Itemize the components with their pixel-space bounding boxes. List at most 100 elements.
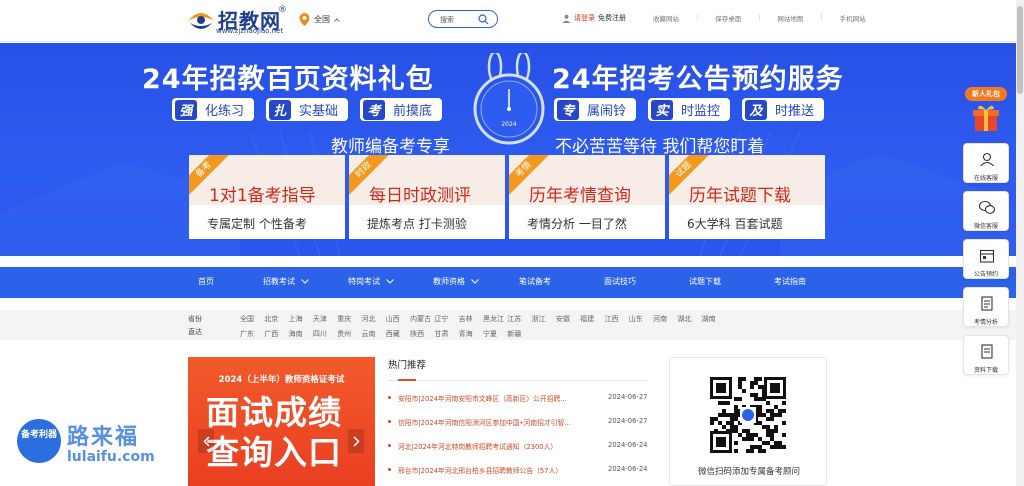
region-link[interactable]: 四川 (313, 329, 337, 339)
logo-url: www.zjzhaojiao.net (216, 27, 284, 35)
exam-analysis-button[interactable]: 考情分析 (963, 287, 1009, 327)
mobile-site-link[interactable]: 手机网站 (840, 13, 866, 23)
nav-item-interview-tips[interactable]: 面试技巧 (604, 276, 636, 287)
region-link[interactable]: 新疆 (507, 329, 531, 339)
region-link[interactable]: 福建 (580, 314, 604, 324)
service-card[interactable]: 试题 历年试题下载 6大学科 百套试题 (669, 155, 825, 239)
region-link[interactable]: 湖南 (702, 314, 726, 324)
region-link[interactable]: 安徽 (556, 314, 580, 324)
region-link[interactable]: 重庆 (337, 314, 361, 324)
region-links: 全国 北京 上海 天津 重庆 河北 山西 内蒙古 辽宁 吉林 黑龙江 江苏 浙江 安徽 福建 江西 山东 河南 湖北… (240, 314, 726, 339)
page-scrollbar[interactable] (1016, 0, 1024, 486)
region-link[interactable]: 西藏 (386, 329, 410, 339)
region-link[interactable]: 陕西 (410, 329, 434, 339)
pill-text: 化练习 (205, 104, 245, 119)
pill-text: 时监控 (681, 104, 721, 119)
sitemap-link[interactable]: 网站地图 (777, 13, 803, 23)
region-link[interactable]: 辽宁 (434, 314, 458, 324)
promo-banner[interactable]: 2024（上半年）教师资格证考试 面试成绩查询入口 (188, 357, 375, 486)
region-link[interactable]: 湖北 (677, 314, 701, 324)
service-card[interactable]: 考情 历年考情查询 考情分析 一目了然 (509, 155, 665, 239)
region-link[interactable]: 吉林 (459, 314, 483, 324)
region-link[interactable]: 黑龙江 (483, 314, 507, 324)
region-link[interactable]: 云南 (361, 329, 385, 339)
region-link[interactable]: 广西 (264, 329, 288, 339)
pill-badge: 实 (651, 99, 674, 120)
region-link[interactable]: 甘肃 (434, 329, 458, 339)
float-label: 微信客服 (973, 223, 998, 230)
pill-item: 考前摸底 (360, 98, 443, 121)
banner-left-subtitle: 教师编备考专享 (331, 137, 450, 157)
region-link[interactable]: 上海 (289, 314, 313, 324)
nav-item-recruitment-exam[interactable]: 招教考试 (263, 276, 309, 287)
news-title[interactable]: 安阳市|2024年河南安阳市文峰区（高新区）公开招聘... (398, 393, 598, 403)
nav-item-written-exam-prep[interactable]: 笔试备考 (519, 276, 551, 287)
register-link[interactable]: 免费注册 (598, 13, 626, 23)
file-download-icon (981, 344, 993, 359)
region-link[interactable]: 北京 (264, 314, 288, 324)
promo-heading: 2024（上半年）教师资格证考试 (218, 375, 345, 385)
region-link[interactable]: 河南 (653, 314, 677, 324)
carousel-prev-button[interactable] (198, 429, 214, 453)
scrollbar-thumb[interactable] (1017, 6, 1023, 94)
news-title[interactable]: 河北|2024年河北特岗教师招聘考试通知（2300人） (398, 441, 598, 451)
region-link[interactable]: 天津 (313, 314, 337, 324)
save-desktop-link[interactable]: 保存桌面 (715, 13, 741, 23)
hero-banner[interactable]: 24年招教百页资料礼包 24年招考公告预约服务 强化练习 扎实基础 考前摸底 专… (0, 43, 1016, 256)
region-link[interactable]: 河北 (361, 314, 385, 324)
news-date: 2024-06-27 (608, 417, 648, 425)
region-link[interactable]: 青海 (459, 329, 483, 339)
card-subtitle: 考情分析 一目了然 (527, 217, 627, 231)
material-download-button[interactable]: 资料下载 (963, 335, 1009, 375)
pill-item: 实时监控 (648, 98, 731, 121)
site-logo[interactable]: 招教网 ® www.zjzhaojiao.net (186, 5, 290, 37)
nav-label: 考试指南 (774, 277, 806, 286)
region-link[interactable]: 内蒙古 (410, 314, 434, 324)
new-user-gift[interactable]: 新人礼包 (963, 87, 1009, 137)
bookmark-site-link[interactable]: 收藏网站 (653, 13, 679, 23)
nav-item-exam-guide[interactable]: 考试指南 (774, 276, 806, 287)
nav-item-teacher-qualification[interactable]: 教师资格 (433, 276, 479, 287)
news-title[interactable]: 邢台市|2024年河北邢台柏乡县招聘教师公告（57人） (398, 465, 598, 475)
float-label: 考情分析 (973, 319, 998, 326)
region-link[interactable]: 山西 (386, 314, 410, 324)
watermark-title: 路来福 (67, 425, 140, 450)
nav-item-exam-download[interactable]: 试题下载 (689, 276, 721, 287)
region-link[interactable]: 贵州 (337, 329, 361, 339)
user-icon (562, 14, 571, 23)
right-pills: 专属闹铃 实时监控 及时推送 (554, 98, 825, 121)
service-card[interactable]: 备考 1对1备考指导 专属定制 个性备考 (189, 155, 345, 239)
region-link[interactable]: 广东 (240, 329, 264, 339)
wechat-service-button[interactable]: 微信客服 (963, 191, 1009, 231)
left-pills: 强化练习 扎实基础 考前摸底 (172, 98, 443, 121)
clock-year: 2024 (501, 121, 516, 128)
pill-badge: 考 (363, 99, 386, 120)
carousel-next-button[interactable] (348, 429, 364, 453)
service-card[interactable]: 时政 每日时政测评 提炼考点 打卡测验 (349, 155, 505, 239)
notice-reservation-button[interactable]: 公告预约 (963, 239, 1009, 279)
search-input[interactable]: 搜索 (440, 15, 454, 25)
search-icon[interactable] (478, 14, 489, 25)
nav-item-special-post-exam[interactable]: 特岗考试 (348, 276, 394, 287)
nav-item-home[interactable]: 首页 (198, 276, 214, 287)
login-link[interactable]: 请登录 (574, 13, 595, 23)
watermark-badge: 备考利器 (17, 419, 61, 463)
location-pin-icon (299, 13, 310, 26)
online-service-button[interactable]: 在线客服 (963, 143, 1009, 183)
card-title: 每日时政测评 (369, 186, 471, 206)
search-box[interactable]: 搜索 (428, 10, 498, 28)
region-link[interactable]: 浙江 (532, 314, 556, 324)
news-title[interactable]: 信阳市|2024年河南信阳浉河区参加中国•河南招才引智... (398, 417, 598, 427)
region-link[interactable]: 全国 (240, 314, 264, 324)
bullet (388, 396, 391, 399)
region-link[interactable]: 海南 (289, 329, 313, 339)
banner-right-title: 24年招考公告预约服务 (552, 64, 844, 95)
region-link[interactable]: 江西 (604, 314, 628, 324)
float-label: 在线客服 (973, 175, 998, 182)
region-link[interactable]: 宁夏 (483, 329, 507, 339)
region-link[interactable]: 山东 (629, 314, 653, 324)
region-link[interactable]: 江苏 (507, 314, 531, 324)
region-selector[interactable]: 全国 (299, 13, 340, 26)
document-icon (981, 296, 993, 311)
pill-text: 属闹铃 (587, 104, 627, 119)
